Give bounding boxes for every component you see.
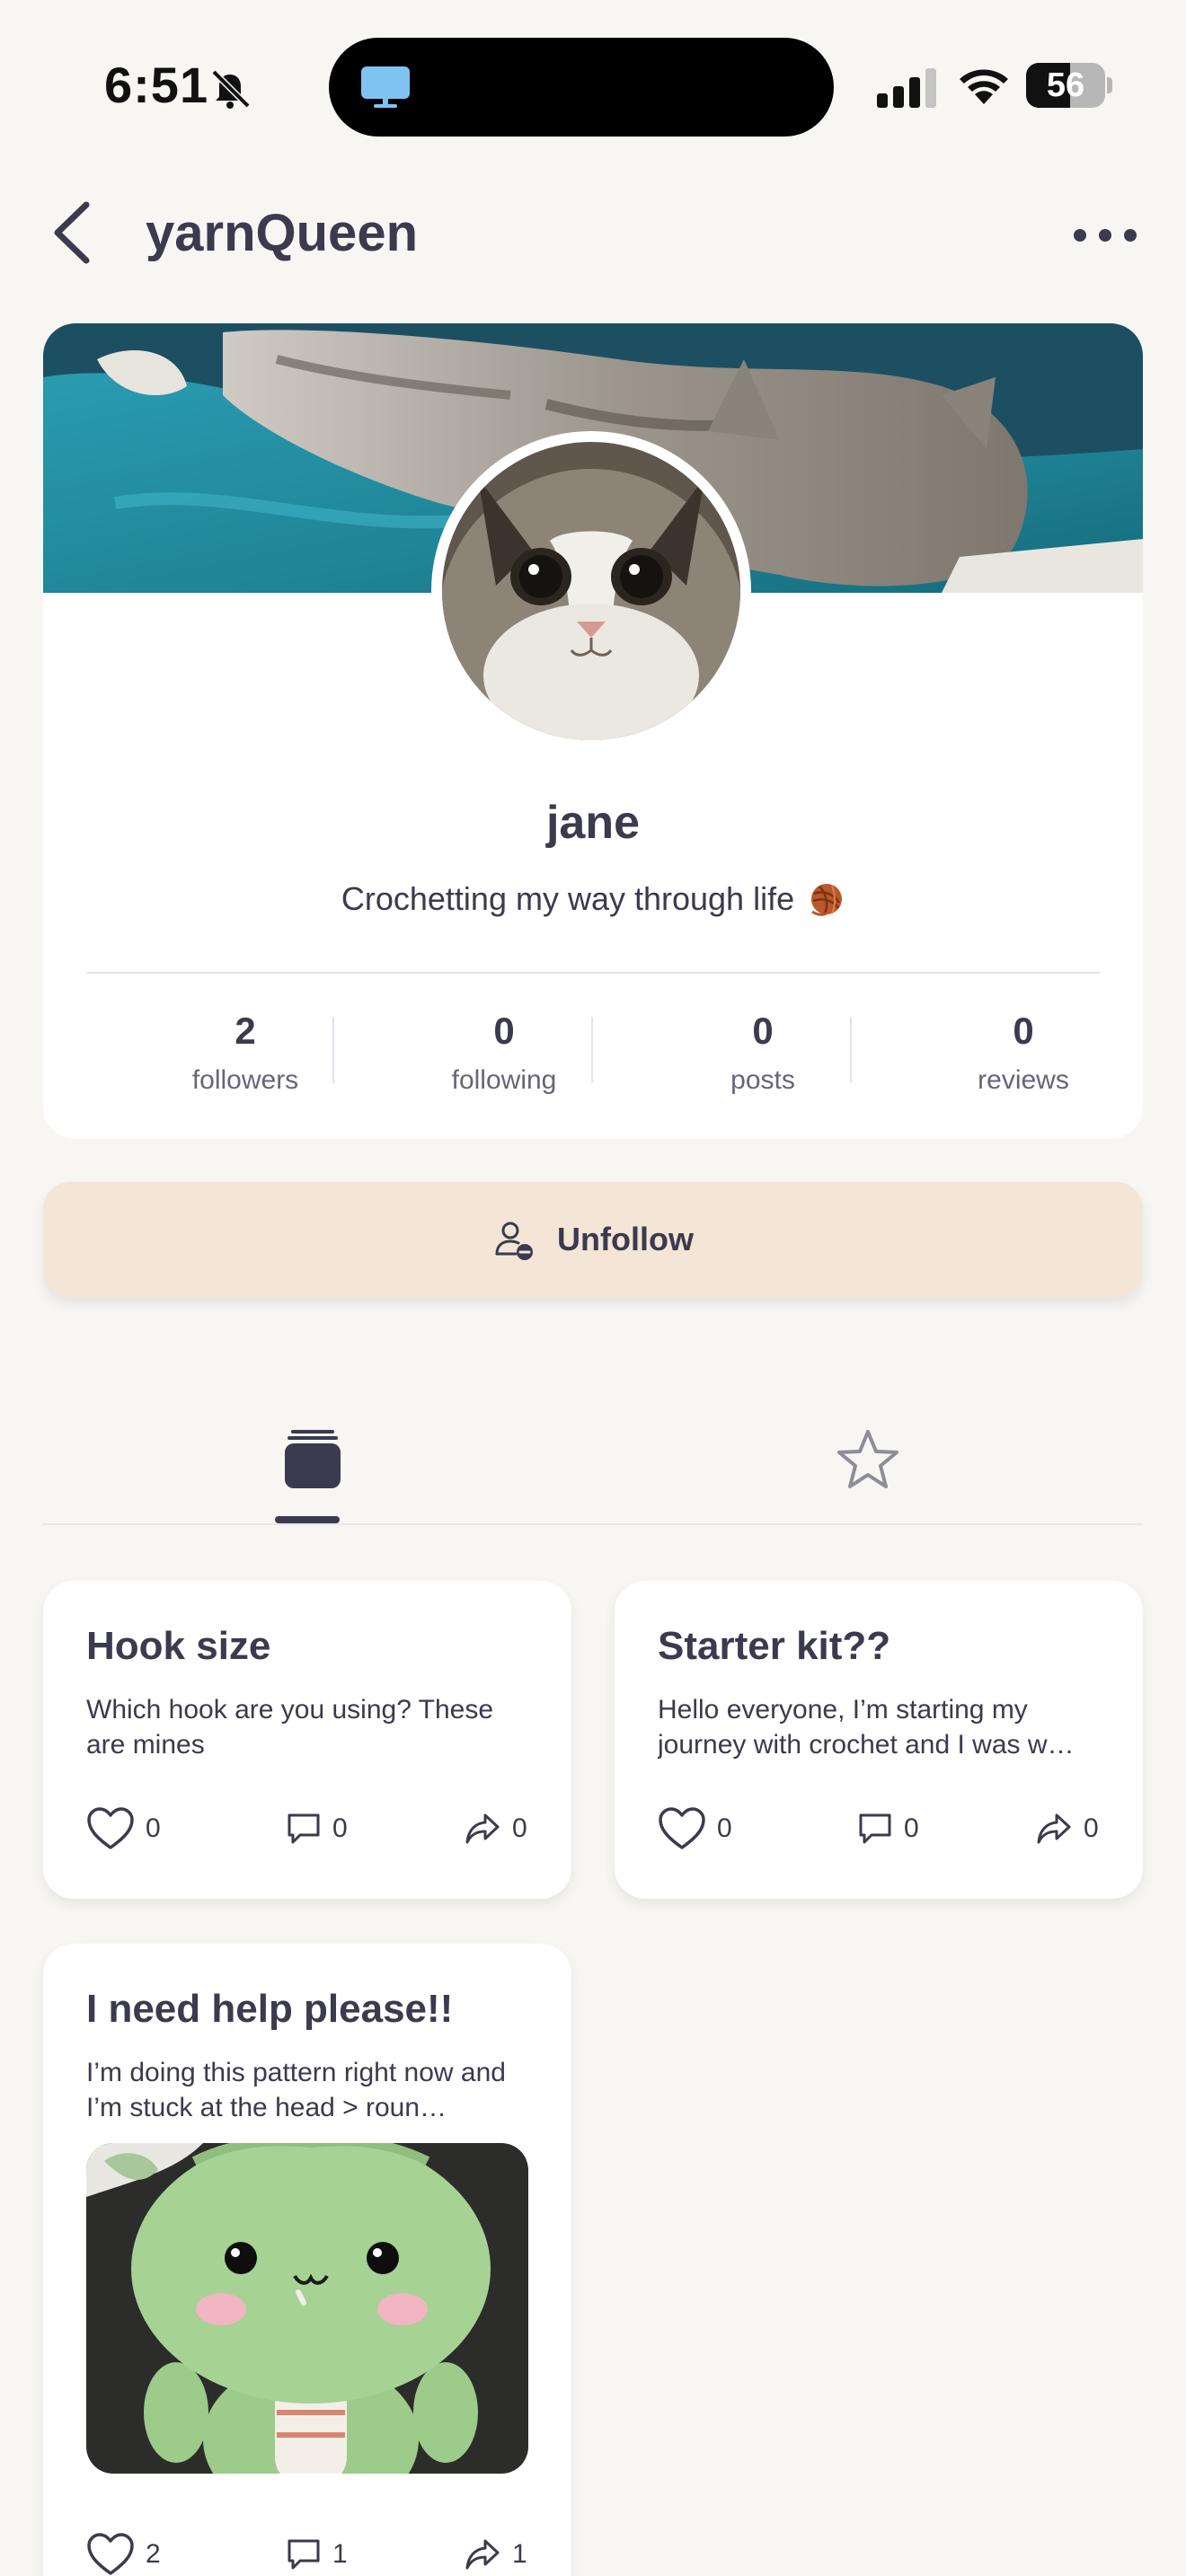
tabs-divider (43, 1523, 1143, 1525)
stat-count: 0 (1013, 1010, 1034, 1052)
yarn-ball-icon (809, 881, 845, 917)
user-minus-icon (495, 1222, 534, 1260)
wifi-icon (956, 63, 1012, 108)
page-title: yarnQueen (146, 204, 418, 262)
like-count: 0 (146, 1813, 161, 1843)
chevron-left-icon (54, 201, 90, 264)
posts-stack-icon (285, 1430, 341, 1488)
back-button[interactable] (47, 199, 101, 266)
post-card[interactable]: Hook size Which hook are you using? Thes… (43, 1581, 571, 1899)
share-count: 0 (512, 1813, 527, 1843)
share-count: 0 (1084, 1813, 1099, 1843)
like-button[interactable]: 2 (86, 2527, 161, 2576)
share-icon (1037, 1813, 1071, 1844)
post-excerpt: I’m doing this pattern right now and I’m… (86, 2058, 506, 2122)
dynamic-island (329, 38, 834, 137)
comment-icon (859, 1813, 891, 1844)
display-name: jane (545, 797, 641, 849)
share-button[interactable]: 1 (464, 2527, 527, 2576)
like-button[interactable]: 0 (658, 1802, 732, 1856)
stats-divider (86, 972, 1100, 974)
post-title: I need help please!! (86, 1987, 454, 2031)
share-button[interactable]: 0 (1035, 1802, 1099, 1856)
comment-button[interactable]: 0 (857, 1802, 919, 1856)
stat-separator (332, 1017, 334, 1083)
post-title: Hook size (86, 1624, 271, 1668)
battery-icon: 56 (1026, 63, 1112, 108)
share-button[interactable]: 0 (464, 1802, 527, 1856)
comment-icon (288, 2539, 320, 2570)
post-actions: 0 0 0 (86, 1802, 535, 1856)
ellipsis-icon (1074, 229, 1137, 242)
active-tab-indicator (275, 1516, 340, 1523)
heart-icon (87, 1807, 134, 1849)
comment-count: 0 (904, 1813, 919, 1843)
status-bar: 6:51 56 (0, 0, 1186, 171)
comment-button[interactable]: 0 (286, 1802, 348, 1856)
post-excerpt: Hello everyone, I’m starting my journey … (658, 1695, 1075, 1760)
status-time: 6:51 (104, 57, 209, 113)
more-options-button[interactable] (1071, 216, 1139, 255)
post-card[interactable]: Starter kit?? Hello everyone, I’m starti… (615, 1581, 1143, 1899)
share-count: 1 (512, 2539, 527, 2569)
bio: Crochetting my way through life (43, 880, 1143, 918)
stat-separator (591, 1017, 593, 1083)
stat-reviews[interactable]: 0 reviews (897, 1010, 1143, 1096)
avatar-ring (431, 431, 751, 751)
like-button[interactable]: 0 (86, 1802, 161, 1856)
stat-label: reviews (978, 1065, 1069, 1095)
cellular-signal-icon (875, 66, 940, 108)
battery-percentage: 56 (1046, 66, 1085, 104)
stat-separator (850, 1017, 852, 1083)
like-count: 2 (146, 2539, 161, 2569)
heart-icon (659, 1807, 705, 1849)
post-image[interactable] (86, 2143, 528, 2474)
star-icon (837, 1430, 898, 1488)
bell-slash-icon (207, 65, 253, 111)
post-excerpt: Which hook are you using? These are mine… (86, 1695, 494, 1760)
like-count: 0 (717, 1813, 732, 1843)
comment-count: 1 (332, 2539, 348, 2569)
comment-button[interactable]: 1 (286, 2527, 348, 2576)
post-actions: 0 0 0 (658, 1802, 1107, 1856)
post-actions: 2 1 1 (86, 2527, 535, 2576)
comment-count: 0 (332, 1813, 348, 1843)
bio-text: Crochetting my way through life (341, 880, 795, 917)
screen-mirroring-icon (359, 65, 412, 110)
heart-icon (87, 2533, 134, 2575)
avatar[interactable] (442, 442, 740, 740)
tab-posts[interactable] (43, 1416, 593, 1523)
profile-card: jane Crochetting my way through life 2 f… (43, 323, 1143, 1139)
post-title: Starter kit?? (658, 1624, 891, 1668)
share-icon (465, 2539, 500, 2570)
tab-favorites[interactable] (593, 1416, 1143, 1523)
comment-icon (288, 1813, 320, 1844)
post-card[interactable]: I need help please!! I’m doing this patt… (43, 1944, 571, 2576)
unfollow-label: Unfollow (557, 1221, 694, 1257)
unfollow-button[interactable]: Unfollow (43, 1182, 1143, 1297)
share-icon (465, 1813, 500, 1844)
